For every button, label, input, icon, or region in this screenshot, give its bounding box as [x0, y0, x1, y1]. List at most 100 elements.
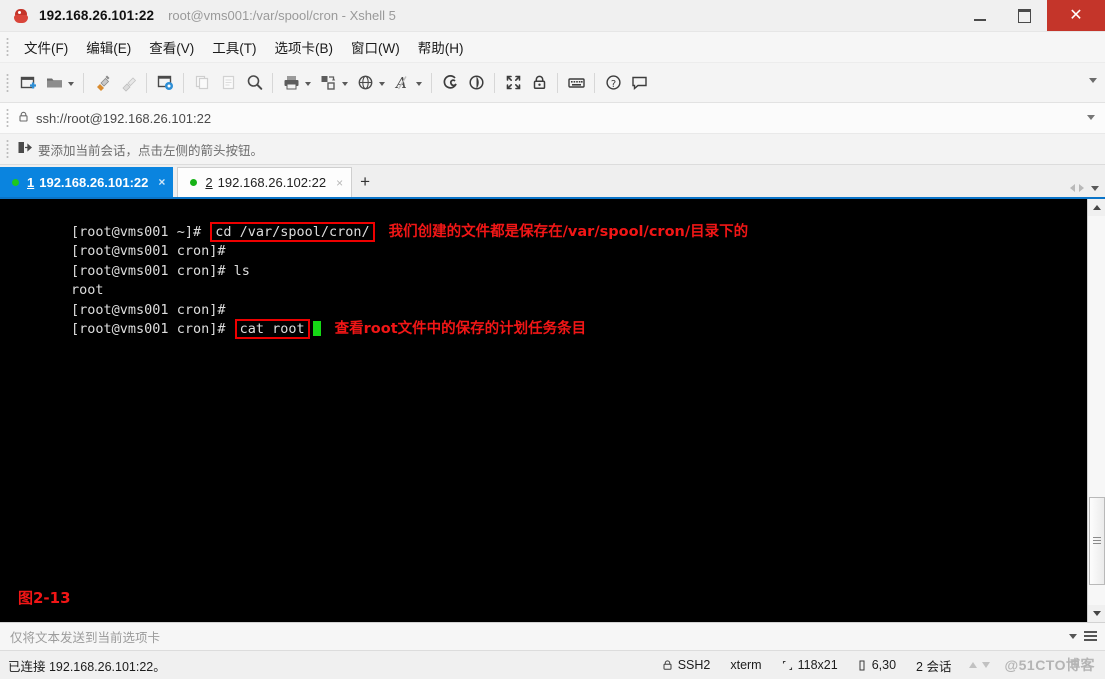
svg-text:?: ?	[610, 79, 615, 90]
paste-icon	[222, 75, 234, 90]
scroll-up-arrow[interactable]	[1088, 199, 1105, 216]
tab-next-arrow[interactable]	[1079, 184, 1084, 192]
copy-button[interactable]	[189, 70, 215, 96]
send-bar-label: 仅将文本发送到当前选项卡	[10, 631, 161, 645]
maximize-button[interactable]	[1002, 0, 1047, 31]
terminal-line: [root@vms001 cron]# cat root 查看root文件中的保存…	[6, 301, 1087, 339]
lock-icon	[533, 75, 545, 90]
file-transfer-button[interactable]	[315, 70, 341, 96]
connected-status-icon	[190, 179, 198, 186]
toolbar-separator	[83, 72, 84, 93]
status-protocol: SSH2	[662, 658, 711, 672]
connection-status: 已连接 192.168.26.101:22。	[8, 659, 166, 674]
tab-session-1[interactable]: 1 192.168.26.101:22 ×	[0, 167, 174, 197]
ssh-tunnel-icon	[443, 75, 457, 89]
menu-edit[interactable]: 编辑(E)	[77, 34, 140, 60]
download-arrow-icon	[982, 662, 991, 668]
terminal-scrollbar[interactable]	[1087, 199, 1105, 622]
addressbar-drag-handle[interactable]	[5, 107, 11, 129]
lock-screen-button[interactable]	[526, 70, 552, 96]
scroll-down-arrow[interactable]	[1088, 605, 1105, 622]
print-button[interactable]	[278, 70, 304, 96]
menu-tools[interactable]: 工具(T)	[203, 34, 265, 60]
disconnect-button[interactable]	[115, 70, 141, 96]
tab-navigation	[1070, 184, 1099, 192]
terminal-line: [root@vms001 cron]#	[6, 223, 1087, 259]
terminal-line: root	[6, 262, 1087, 298]
tab-1-close-icon[interactable]: ×	[158, 175, 165, 189]
menu-tabs[interactable]: 选项卡(B)	[266, 34, 343, 60]
tab-2-close-icon[interactable]: ×	[336, 176, 343, 190]
minimize-button[interactable]	[957, 0, 1002, 31]
find-button[interactable]	[241, 70, 267, 96]
menu-help[interactable]: 帮助(H)	[409, 34, 473, 60]
font-dropdown-caret[interactable]	[416, 81, 422, 86]
transfer-dropdown-caret[interactable]	[342, 81, 348, 86]
hintbar-drag-handle[interactable]	[5, 138, 11, 160]
help-icon: ?	[605, 75, 621, 90]
transfer-icon	[321, 76, 335, 90]
figure-label: 图2-13	[18, 589, 71, 607]
toolbar-separator	[146, 72, 147, 93]
new-session-icon	[20, 76, 36, 89]
protocol-label: SSH2	[677, 658, 711, 672]
menu-window[interactable]: 窗口(W)	[342, 34, 409, 60]
tab-2-number: 2	[205, 175, 213, 190]
tab-bar: 1 192.168.26.101:22 × 2 192.168.26.102:2…	[0, 165, 1105, 199]
send-target-caret[interactable]	[1069, 634, 1077, 639]
toolbar-drag-handle[interactable]	[5, 71, 11, 94]
scrollbar-track[interactable]	[1088, 216, 1105, 605]
close-button[interactable]: ✕	[1047, 0, 1105, 31]
send-bar: 仅将文本发送到当前选项卡	[0, 622, 1105, 650]
send-options-icon[interactable]	[1084, 631, 1097, 642]
sessions-label: 2 会话	[916, 659, 952, 674]
sftp-button[interactable]	[463, 70, 489, 96]
paste-button[interactable]	[215, 70, 241, 96]
tab-session-2[interactable]: 2 192.168.26.102:22 ×	[177, 167, 353, 197]
web-button[interactable]	[352, 70, 378, 96]
open-session-dropdown-caret[interactable]	[68, 81, 74, 86]
help-button[interactable]: ?	[600, 70, 626, 96]
keyboard-button[interactable]	[563, 70, 589, 96]
connected-status-icon	[12, 178, 19, 186]
menu-file[interactable]: 文件(F)	[15, 34, 77, 60]
ssh-tunnel-button[interactable]	[437, 70, 463, 96]
address-bar[interactable]: ssh://root@192.168.26.101:22	[0, 103, 1105, 134]
search-icon	[247, 75, 262, 90]
terminal-area: [root@vms001 ~]# cd /var/spool/cron/我们创建…	[0, 199, 1105, 622]
hint-bar: 要添加当前会话，点击左侧的箭头按钮。	[0, 134, 1105, 165]
menubar-drag-handle[interactable]	[5, 36, 11, 58]
tab-list-caret[interactable]	[1091, 185, 1099, 191]
connect-icon	[96, 75, 109, 91]
lock-icon	[17, 110, 30, 126]
web-dropdown-caret[interactable]	[379, 81, 385, 86]
toolbar-separator	[183, 72, 184, 93]
new-session-button[interactable]	[15, 70, 41, 96]
disconnect-icon	[121, 77, 136, 92]
scroll-thumb[interactable]	[1089, 497, 1105, 585]
tab-prev-arrow[interactable]	[1070, 184, 1075, 192]
toolbar-separator	[272, 72, 273, 93]
session-properties-button[interactable]	[152, 70, 178, 96]
new-tab-button[interactable]: +	[352, 167, 379, 197]
history-dropdown-caret[interactable]	[1087, 115, 1095, 120]
toolbar-separator	[494, 72, 495, 93]
open-session-button[interactable]	[41, 70, 67, 96]
tab-1-number: 1	[27, 174, 35, 190]
chat-icon	[631, 76, 647, 91]
fullscreen-button[interactable]	[500, 70, 526, 96]
terminal-screen[interactable]: [root@vms001 ~]# cd /var/spool/cron/我们创建…	[0, 199, 1087, 622]
toolbar-overflow-caret[interactable]	[1089, 78, 1097, 83]
scroll-thumb-grip	[1093, 537, 1101, 545]
svg-text:A: A	[394, 74, 407, 92]
address-input[interactable]: ssh://root@192.168.26.101:22	[36, 111, 211, 126]
menu-view[interactable]: 查看(V)	[140, 34, 203, 60]
print-icon	[284, 76, 298, 90]
toolbar-separator	[557, 72, 558, 93]
session-properties-icon	[157, 75, 173, 90]
font-button[interactable]: A	[389, 70, 415, 96]
print-dropdown-caret[interactable]	[305, 81, 311, 86]
cursor-position-label: 6,30	[871, 658, 897, 672]
chat-button[interactable]	[626, 70, 652, 96]
connect-button[interactable]	[89, 70, 115, 96]
